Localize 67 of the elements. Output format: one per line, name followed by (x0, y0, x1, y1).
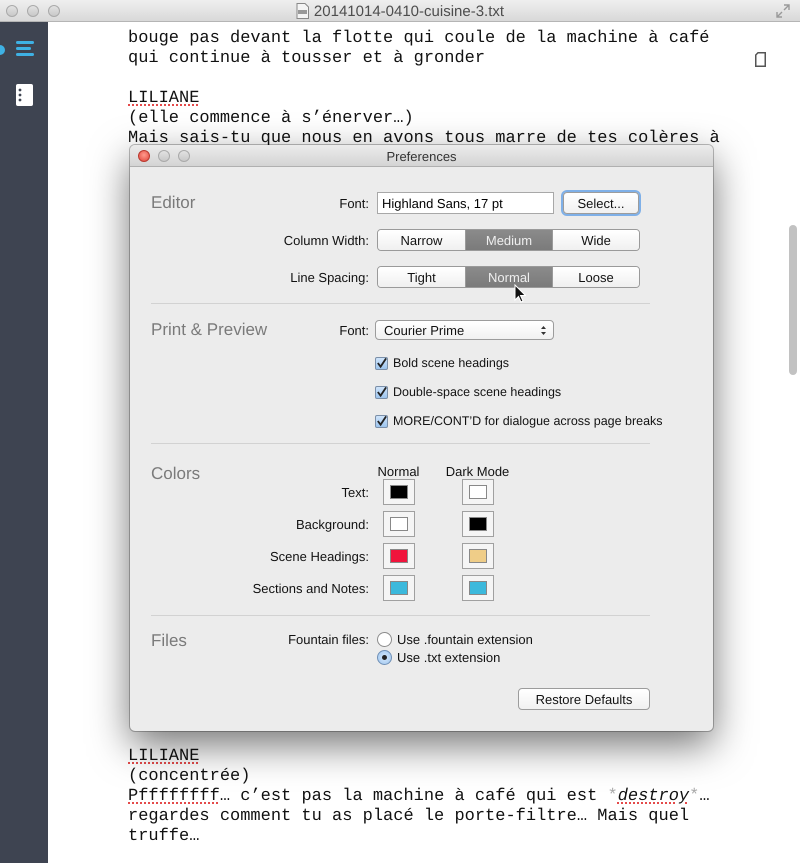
fullscreen-icon[interactable] (776, 4, 790, 18)
checkbox-label: MORE/CONT’D for dialogue across page breaks (393, 414, 663, 428)
zoom-button[interactable] (178, 150, 190, 162)
color-well[interactable] (382, 543, 414, 569)
section-heading: Colors (151, 464, 200, 484)
text-lines-icon[interactable] (16, 41, 34, 56)
window-title: 20141014-0410-cuisine-3.txt (314, 2, 504, 20)
checkbox-label: Bold scene headings (393, 356, 510, 370)
segment-button[interactable]: Tight (378, 267, 465, 287)
close-button[interactable] (138, 150, 150, 162)
field-label: Background: (296, 516, 369, 532)
section-heading: Editor (151, 193, 196, 213)
checkbox-label: Double-space scene headings (393, 385, 562, 399)
font-field[interactable]: Highland Sans, 17 pt (377, 192, 554, 214)
field-label: Line Spacing: (290, 270, 369, 284)
color-well[interactable] (462, 511, 494, 537)
script-line: truffe… (128, 827, 200, 847)
script-line: regardes comment tu as placé le porte-filtre… Mais quel (128, 807, 690, 827)
field-label: Fountain files: (288, 632, 369, 646)
index-card-icon[interactable] (16, 84, 33, 106)
zoom-button[interactable] (48, 4, 60, 16)
color-well[interactable] (462, 479, 494, 505)
minimize-button[interactable] (158, 150, 170, 162)
radio-button[interactable] (377, 650, 392, 664)
script-line: qui continue à tousser et à gronder (128, 49, 486, 69)
section-heading: Files (151, 631, 187, 651)
color-well[interactable] (462, 543, 494, 569)
script-line: (concentrée) (128, 767, 250, 787)
radio-button[interactable] (377, 632, 392, 646)
field-label: Text: (342, 484, 369, 500)
section-heading: Print & Preview (151, 320, 268, 340)
script-line: (elle commence à s’énerver…) (128, 109, 414, 129)
font-popup[interactable]: Courier Prime (375, 320, 554, 340)
select-button[interactable]: Select... (563, 192, 639, 214)
color-well[interactable] (382, 575, 414, 601)
radio-label: Use .fountain extension (397, 632, 533, 646)
scrollbar-thumb[interactable] (789, 225, 797, 375)
color-well[interactable] (382, 511, 414, 537)
field-label: Font: (339, 322, 369, 338)
stepper-arrows-icon (540, 324, 547, 336)
script-line: bouge pas devant la flotte qui coule de la machine à café (128, 29, 710, 49)
color-well[interactable] (382, 479, 414, 505)
field-label: Sections and Notes: (252, 580, 369, 596)
minimize-button[interactable] (27, 4, 39, 16)
column-header: Dark Mode (446, 464, 510, 478)
radio-label: Use .txt extension (397, 650, 500, 664)
segment-button[interactable]: Loose (552, 267, 639, 287)
pointer-cursor-icon (514, 284, 526, 303)
dialog-title: Preferences (386, 148, 457, 164)
script-line: Pffffffff… c’est pas la machine à café qui est *destroy*… (128, 787, 710, 807)
field-label: Font: (339, 196, 369, 210)
segment-button[interactable]: Wide (552, 230, 639, 250)
field-label: Scene Headings: (270, 548, 369, 564)
segment-button[interactable]: Narrow (378, 230, 465, 250)
field-label: Column Width: (284, 232, 369, 248)
color-well[interactable] (462, 575, 494, 601)
checkbox[interactable] (375, 356, 388, 370)
page-icon[interactable] (755, 52, 766, 67)
column-header: Normal (378, 464, 420, 478)
close-button[interactable] (6, 4, 18, 16)
script-line: LILIANE (128, 747, 200, 767)
script-line: LILIANE (128, 89, 200, 109)
checkbox[interactable] (375, 386, 388, 398)
restore-defaults-button[interactable]: Restore Defaults (518, 688, 650, 710)
checkbox[interactable] (375, 414, 388, 428)
text-file-icon (296, 3, 309, 19)
script-line: Mais sais-tu que nous en avons tous marre de tes colères à (128, 129, 720, 149)
